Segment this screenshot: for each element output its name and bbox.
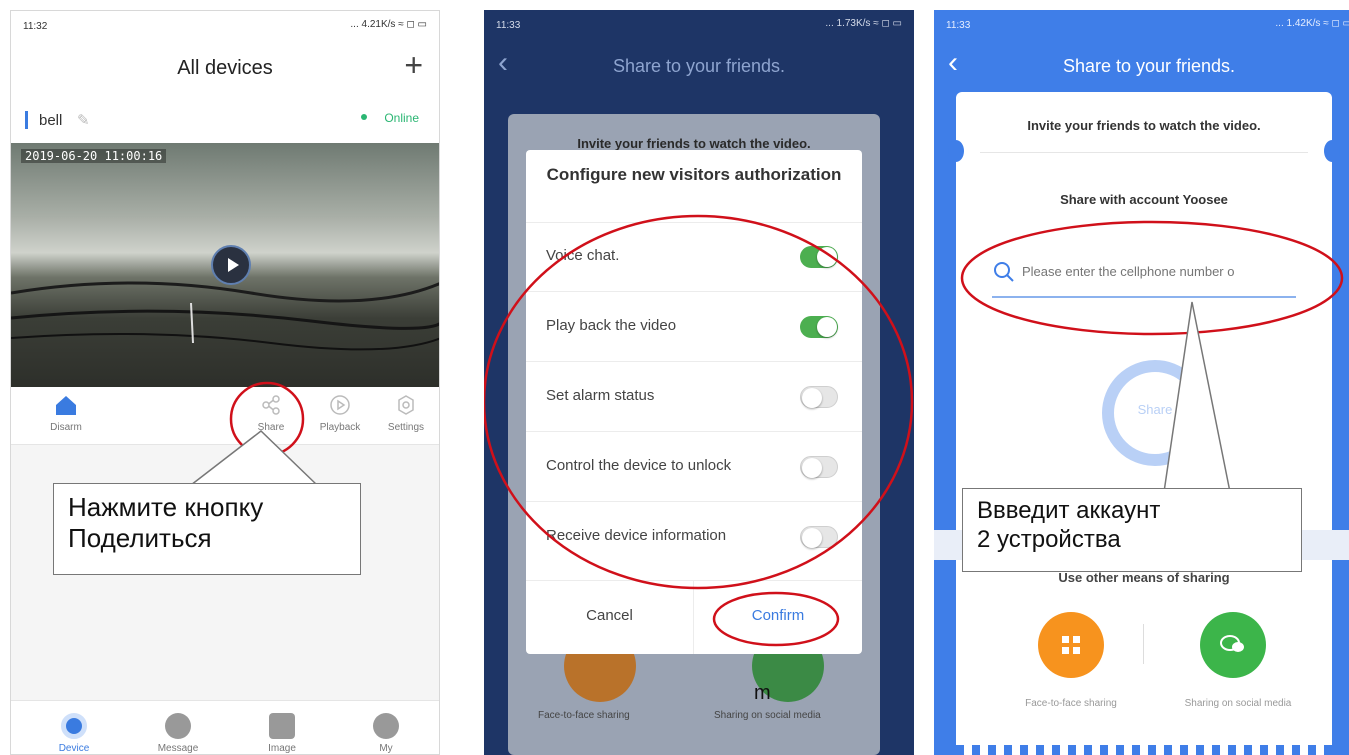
person-icon bbox=[373, 713, 399, 739]
nav-image-label: Image bbox=[268, 743, 296, 754]
nav-my[interactable]: My bbox=[351, 713, 421, 754]
camera-icon bbox=[61, 713, 87, 739]
nav-my-label: My bbox=[379, 743, 393, 754]
nav-device-label: Device bbox=[58, 743, 90, 754]
panel-share-account: 11:33 ... 1.42K/s ≈ ◻ ▭ ‹ Share to your … bbox=[934, 10, 1349, 755]
message-icon bbox=[165, 713, 191, 739]
nav-message[interactable]: Message bbox=[143, 713, 213, 754]
callout-share: Нажмите кнопку Поделиться bbox=[53, 483, 361, 575]
bottom-nav: Device Message Image My bbox=[11, 700, 439, 754]
nav-image[interactable]: Image bbox=[247, 713, 317, 754]
share-annotation bbox=[190, 381, 318, 486]
permissions-annotation bbox=[484, 214, 914, 647]
nav-device[interactable]: Device bbox=[39, 713, 109, 754]
panel-device-list: 11:32 ... 4.21K/s ≈ ◻ ▭ All devices + be… bbox=[10, 10, 440, 755]
nav-message-label: Message bbox=[157, 743, 199, 754]
account-annotation bbox=[960, 220, 1344, 493]
panel-authorization-dialog: 11:33 ... 1.73K/s ≈ ◻ ▭ ‹ Share to your … bbox=[484, 10, 914, 755]
callout-account: Ввведит аккаунт 2 устройства bbox=[962, 488, 1302, 572]
image-icon bbox=[269, 713, 295, 739]
